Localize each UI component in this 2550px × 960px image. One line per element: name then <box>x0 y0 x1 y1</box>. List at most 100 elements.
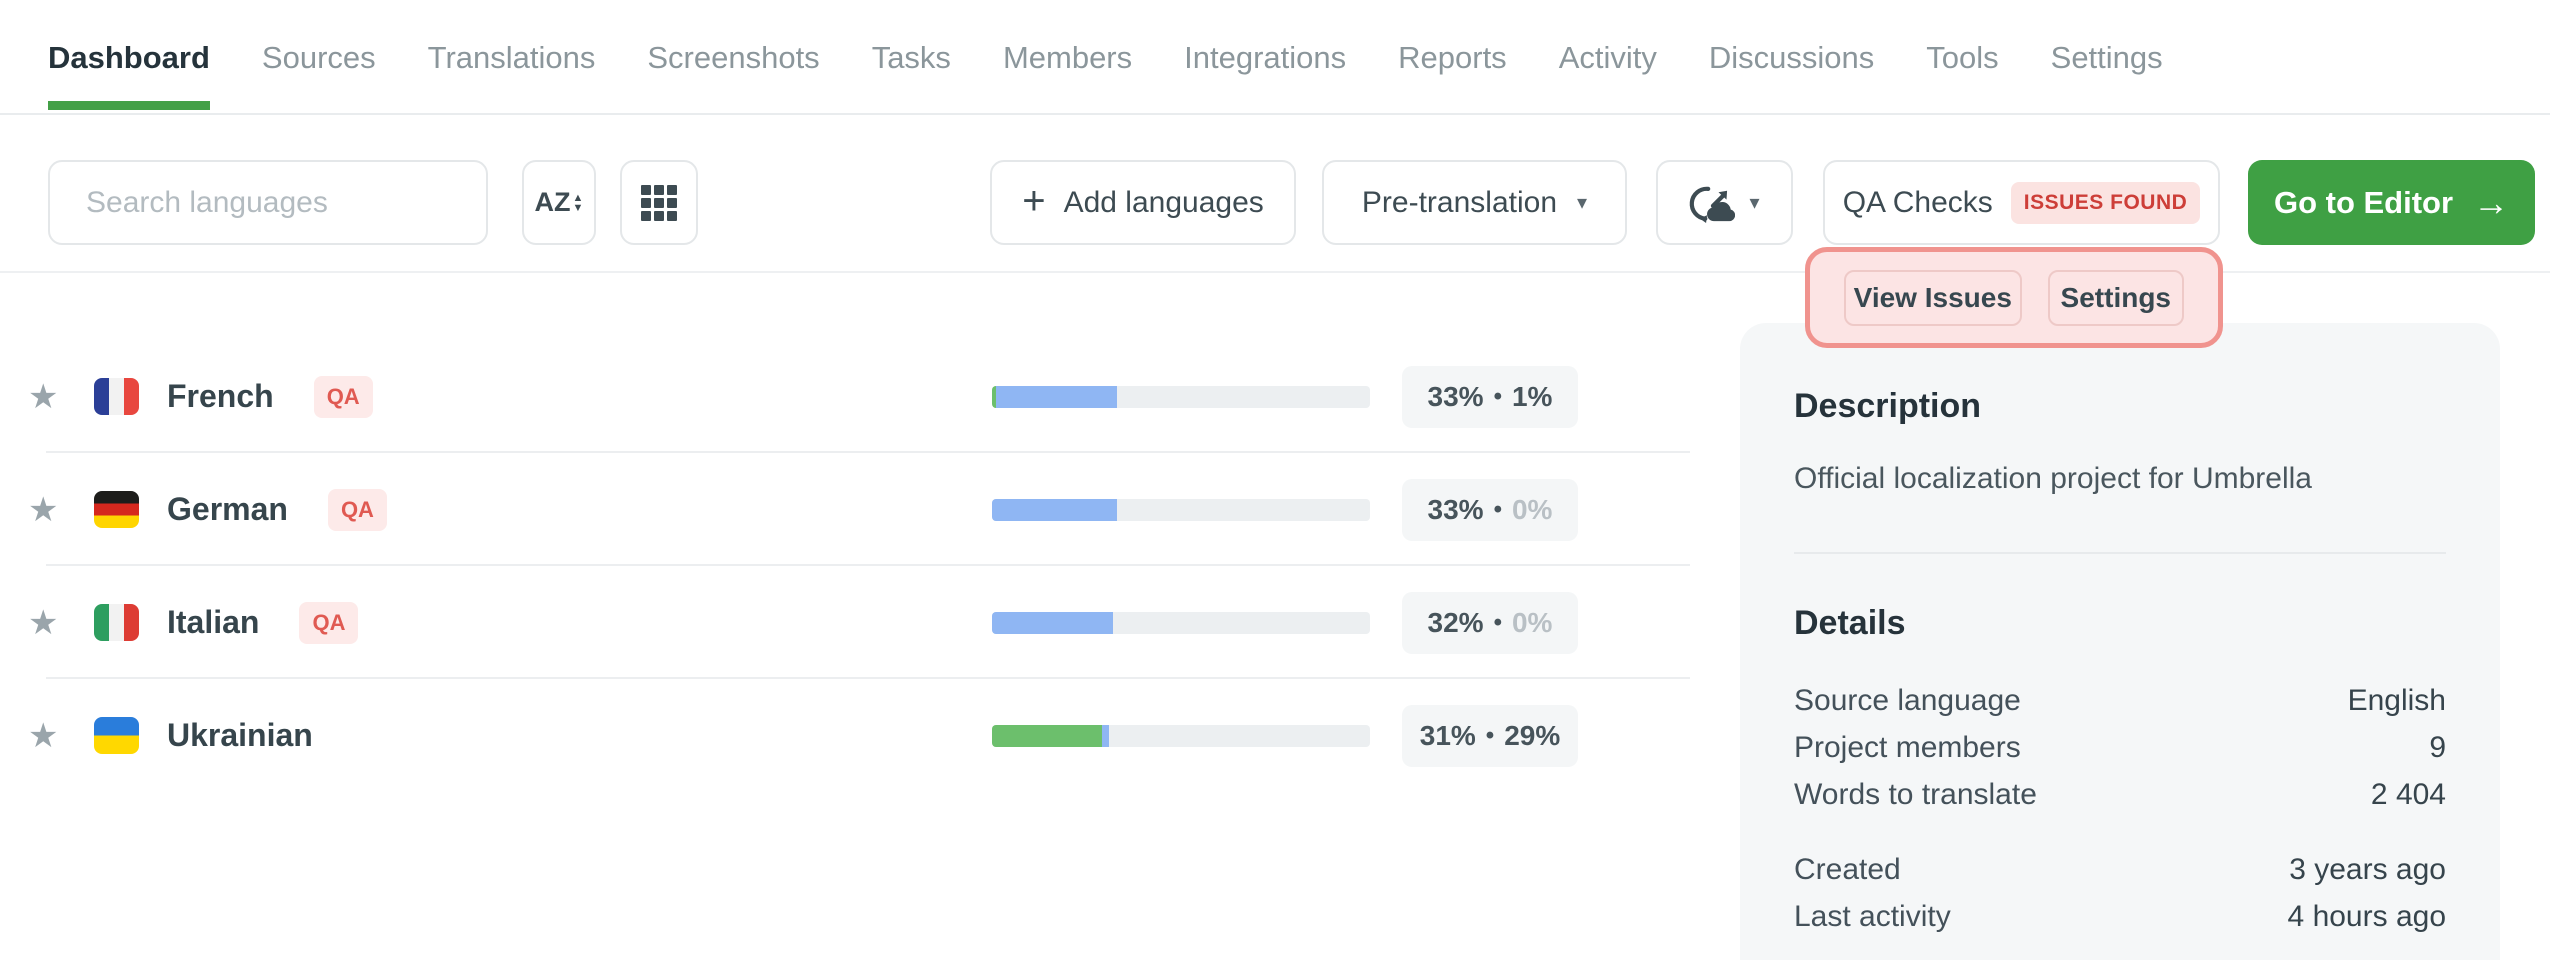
german-flag-icon <box>94 491 139 528</box>
percent-separator-dot: • <box>1486 722 1494 750</box>
qa-issues-badge[interactable]: QA <box>314 376 373 418</box>
translated-percent: 33% <box>1428 381 1484 413</box>
add-languages-label: Add languages <box>1064 186 1264 220</box>
percent-separator-dot: • <box>1494 383 1502 411</box>
translated-progress-segment <box>1102 725 1110 747</box>
search-languages-field[interactable] <box>48 160 488 245</box>
translated-progress-segment <box>996 386 1117 408</box>
description-title: Description <box>1794 387 2446 426</box>
tab-translations[interactable]: Translations <box>428 40 596 110</box>
approved-percent: 1% <box>1512 381 1552 413</box>
qa-issues-badge[interactable]: QA <box>299 602 358 644</box>
machine-translation-dropdown[interactable]: ▾ <box>1656 160 1793 245</box>
project-details-panel: Description Official localization projec… <box>1740 323 2500 960</box>
tab-reports[interactable]: Reports <box>1398 40 1507 110</box>
language-name[interactable]: French <box>167 378 274 415</box>
translated-percent: 31% <box>1420 720 1476 752</box>
translation-progress-bar <box>992 725 1370 747</box>
language-name[interactable]: German <box>167 491 288 528</box>
detail-value: 9 <box>2429 731 2446 765</box>
translation-progress-bar <box>992 499 1370 521</box>
translated-progress-segment <box>992 612 1113 634</box>
translation-progress-bar <box>992 386 1370 408</box>
detail-value: 2 404 <box>2371 778 2446 812</box>
translated-percent: 32% <box>1428 607 1484 639</box>
detail-label: Last activity <box>1794 900 1951 934</box>
french-flag-icon <box>94 378 139 415</box>
sort-languages-button[interactable]: AZ ▲▼ <box>522 160 596 245</box>
italian-flag-icon <box>94 604 139 641</box>
go-to-editor-label: Go to Editor <box>2274 185 2453 221</box>
progress-percent-badge: 33% • 1% <box>1402 366 1578 428</box>
approved-percent: 0% <box>1512 607 1552 639</box>
languages-toolbar: AZ ▲▼ + Add languages Pre-translation ▾ … <box>0 160 2550 245</box>
favorite-star-icon[interactable]: ★ <box>28 377 68 417</box>
language-row-german[interactable]: ★ German QA 33% • 0% <box>0 453 1700 566</box>
detail-value: 3 years ago <box>2289 853 2446 887</box>
favorite-star-icon[interactable]: ★ <box>28 490 68 530</box>
description-text: Official localization project for Umbrel… <box>1794 462 2446 496</box>
percent-separator-dot: • <box>1494 496 1502 524</box>
project-nav: Dashboard Sources Translations Screensho… <box>48 40 2163 110</box>
translation-progress-bar <box>992 612 1370 634</box>
detail-row-source-language: Source language English <box>1794 677 2446 724</box>
tab-tools[interactable]: Tools <box>1926 40 1998 110</box>
detail-label: Project members <box>1794 731 2021 765</box>
progress-percent-badge: 31% • 29% <box>1402 705 1578 767</box>
language-row-italian[interactable]: ★ Italian QA 32% • 0% <box>0 566 1700 679</box>
go-to-editor-button[interactable]: Go to Editor → <box>2248 160 2535 245</box>
detail-value: 4 hours ago <box>2288 900 2446 934</box>
pre-translation-dropdown[interactable]: Pre-translation ▾ <box>1322 160 1627 245</box>
nav-bottom-border <box>0 113 2550 115</box>
tab-activity[interactable]: Activity <box>1559 40 1657 110</box>
detail-row-last-activity: Last activity 4 hours ago <box>1794 893 2446 940</box>
panel-divider <box>1794 552 2446 554</box>
tab-settings[interactable]: Settings <box>2051 40 2163 110</box>
language-row-ukrainian[interactable]: ★ Ukrainian QA 31% • 29% <box>0 679 1700 792</box>
activity-rows: Created 3 years ago Last activity 4 hour… <box>1794 846 2446 940</box>
language-name[interactable]: Italian <box>167 604 259 641</box>
tab-sources[interactable]: Sources <box>262 40 376 110</box>
view-issues-button[interactable]: View Issues <box>1844 270 2022 326</box>
language-row-french[interactable]: ★ French QA 33% • 1% <box>0 340 1700 453</box>
detail-label: Source language <box>1794 684 2021 718</box>
translated-percent: 33% <box>1428 494 1484 526</box>
qa-checks-button[interactable]: QA Checks ISSUES FOUND <box>1823 160 2220 245</box>
tab-integrations[interactable]: Integrations <box>1184 40 1346 110</box>
detail-label: Words to translate <box>1794 778 2037 812</box>
tab-members[interactable]: Members <box>1003 40 1132 110</box>
translated-progress-segment <box>992 499 1117 521</box>
grid-view-button[interactable] <box>620 160 698 245</box>
detail-row-created: Created 3 years ago <box>1794 846 2446 893</box>
qa-settings-button[interactable]: Settings <box>2048 270 2184 326</box>
sort-direction-arrows-icon: ▲▼ <box>573 193 584 213</box>
tab-screenshots[interactable]: Screenshots <box>647 40 819 110</box>
detail-row-words-to-translate: Words to translate 2 404 <box>1794 771 2446 818</box>
detail-row-project-members: Project members 9 <box>1794 724 2446 771</box>
tab-dashboard[interactable]: Dashboard <box>48 40 210 110</box>
approved-percent: 29% <box>1504 720 1560 752</box>
approved-percent: 0% <box>1512 494 1552 526</box>
favorite-star-icon[interactable]: ★ <box>28 716 68 756</box>
qa-issues-badge[interactable]: QA <box>328 489 387 531</box>
grid-view-icon <box>641 185 677 221</box>
az-sort-icon: AZ <box>535 187 571 218</box>
machine-translation-cloud-icon <box>1689 182 1735 224</box>
tab-discussions[interactable]: Discussions <box>1709 40 1874 110</box>
details-rows: Source language English Project members … <box>1794 677 2446 818</box>
add-languages-button[interactable]: + Add languages <box>990 160 1296 245</box>
approved-progress-segment <box>992 725 1102 747</box>
issues-found-badge: ISSUES FOUND <box>2011 182 2201 224</box>
language-name[interactable]: Ukrainian <box>167 717 313 754</box>
ukrainian-flag-icon <box>94 717 139 754</box>
progress-percent-badge: 32% • 0% <box>1402 592 1578 654</box>
qa-checks-popup: View Issues Settings <box>1805 247 2223 348</box>
search-languages-input[interactable] <box>86 186 486 220</box>
chevron-down-icon: ▾ <box>1577 190 1587 215</box>
tab-tasks[interactable]: Tasks <box>872 40 951 110</box>
qa-checks-label: QA Checks <box>1843 186 1993 220</box>
favorite-star-icon[interactable]: ★ <box>28 603 68 643</box>
progress-percent-badge: 33% • 0% <box>1402 479 1578 541</box>
pre-translation-label: Pre-translation <box>1362 186 1557 220</box>
language-list: ★ French QA 33% • 1% ★ German QA 33% • 0… <box>0 340 1700 792</box>
